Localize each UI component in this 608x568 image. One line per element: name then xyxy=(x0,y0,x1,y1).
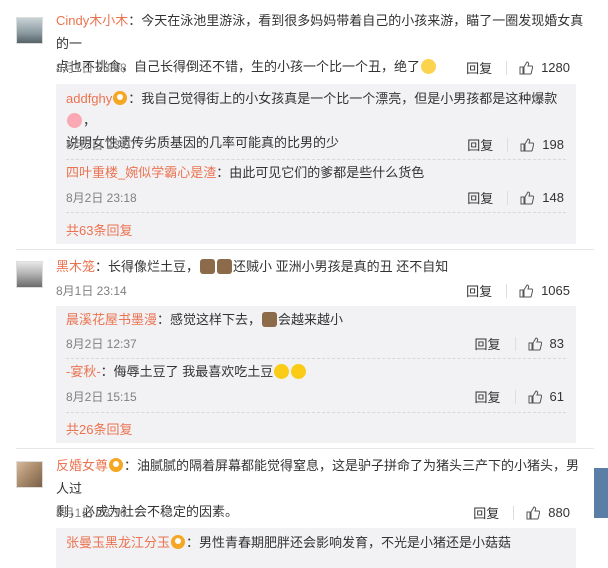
comment-text: 黑木笼：长得像烂土豆， 还贼小 亚洲小男孩是真的丑 还不自知 xyxy=(56,259,449,274)
reply-actions: 回复 148 xyxy=(467,188,564,207)
like-count: 1065 xyxy=(541,283,570,298)
reply-text: 张曼玉黑龙江分玉 ：男性青春期肥胖还会影响发育，不光是小猪还是小菇菇 xyxy=(66,535,512,550)
reply-button[interactable]: 回复 xyxy=(475,334,501,353)
avatar[interactable] xyxy=(16,461,43,488)
reply-text: 四叶重楼_婉似学霸心是渣：由此可见它们的爹都是些什么货色 xyxy=(66,165,425,180)
comment-actions: 回复 1280 xyxy=(466,58,570,77)
reply-time: 8月2日 23:07 xyxy=(66,138,137,152)
scrollbar[interactable] xyxy=(594,468,608,518)
reply-time: 8月2日 12:37 xyxy=(66,337,137,351)
thumbs-up-icon[interactable] xyxy=(520,137,535,152)
reply-username[interactable]: addfghy xyxy=(66,91,112,106)
thumbs-up-icon[interactable] xyxy=(526,505,541,520)
reply-button[interactable]: 回复 xyxy=(475,387,501,406)
divider xyxy=(507,137,509,152)
like-count: 83 xyxy=(549,336,564,351)
thumbs-up-icon[interactable] xyxy=(519,283,534,298)
reply-list: addfghy ：我自己觉得街上的小女孩真是一个比一个漂亮，但是小男孩都是这种爆款… xyxy=(56,84,576,244)
divider xyxy=(507,190,509,205)
emoji-icon xyxy=(421,59,437,74)
comment-time: 8月1日 23:14 xyxy=(56,284,127,298)
comment-actions: 回复 880 xyxy=(473,503,570,522)
comment-username[interactable]: 反婚女尊 xyxy=(56,458,108,473)
more-replies-link[interactable]: 共26条回复 xyxy=(66,419,132,438)
comment-actions: 回复 1065 xyxy=(466,281,570,300)
divider xyxy=(66,358,566,359)
reply-list: 晨溪花屋书墨漫：感觉这样下去， 会越来越小 8月2日 12:37 回复 83 -宴… xyxy=(56,306,576,443)
vip-badge-icon xyxy=(171,535,186,549)
like-count: 880 xyxy=(548,505,570,520)
divider xyxy=(514,336,516,351)
reply-button[interactable]: 回复 xyxy=(467,188,493,207)
thumbs-up-icon[interactable] xyxy=(528,389,542,404)
divider xyxy=(513,505,515,520)
like-count: 198 xyxy=(542,137,564,152)
reply-username[interactable]: -宴秋- xyxy=(66,364,101,379)
reply-actions: 回复 83 xyxy=(475,334,564,353)
reply-list: 张曼玉黑龙江分玉 ：男性青春期肥胖还会影响发育，不光是小猪还是小菇菇 xyxy=(56,528,576,568)
horse-emoji-icon xyxy=(200,259,216,274)
avatar[interactable] xyxy=(16,17,43,44)
divider xyxy=(16,448,594,449)
pig-emoji-icon xyxy=(67,113,82,128)
comment-time: 8月1日 23:08 xyxy=(56,61,127,75)
avatar[interactable] xyxy=(16,261,43,288)
like-count: 61 xyxy=(549,389,564,404)
divider xyxy=(66,159,566,160)
thumbs-up-icon[interactable] xyxy=(520,190,535,205)
reply-text: -宴秋-：侮辱土豆了 我最喜欢吃土豆 xyxy=(66,361,566,383)
reply-username[interactable]: 张曼玉黑龙江分玉 xyxy=(66,535,170,550)
divider xyxy=(506,283,508,298)
divider xyxy=(514,389,516,404)
reply-time: 8月2日 15:15 xyxy=(66,390,137,404)
divider xyxy=(506,60,508,75)
horse-emoji-icon xyxy=(217,259,233,274)
more-replies-link[interactable]: 共63条回复 xyxy=(66,220,132,239)
thumbs-up-icon[interactable] xyxy=(519,60,534,75)
reply-button[interactable]: 回复 xyxy=(466,281,492,300)
crying-emoji-icon xyxy=(291,364,307,379)
divider xyxy=(66,212,566,213)
reply-time: 8月2日 23:18 xyxy=(66,191,137,205)
reply-button[interactable]: 回复 xyxy=(473,503,499,522)
reply-actions: 回复 198 xyxy=(467,135,564,154)
reply-username[interactable]: 四叶重楼_婉似学霸心是渣 xyxy=(66,165,216,180)
vip-badge-icon xyxy=(113,91,128,105)
crying-emoji-icon xyxy=(274,364,290,379)
divider xyxy=(16,249,594,250)
horse-emoji-icon xyxy=(262,312,278,327)
like-count: 1280 xyxy=(541,60,570,75)
reply-actions: 回复 61 xyxy=(475,387,564,406)
reply-username[interactable]: 晨溪花屋书墨漫 xyxy=(66,312,157,327)
divider xyxy=(66,412,566,413)
reply-button[interactable]: 回复 xyxy=(466,58,492,77)
like-count: 148 xyxy=(542,190,564,205)
reply-text: 晨溪花屋书墨漫：感觉这样下去， 会越来越小 xyxy=(66,312,344,327)
comment-time: 8月1日 23:10 xyxy=(56,506,127,520)
thumbs-up-icon[interactable] xyxy=(528,336,542,351)
reply-button[interactable]: 回复 xyxy=(467,135,493,154)
comment-username[interactable]: 黑木笼 xyxy=(56,259,95,274)
vip-badge-icon xyxy=(109,458,124,472)
comment-username[interactable]: Cindy木小木 xyxy=(56,13,128,28)
